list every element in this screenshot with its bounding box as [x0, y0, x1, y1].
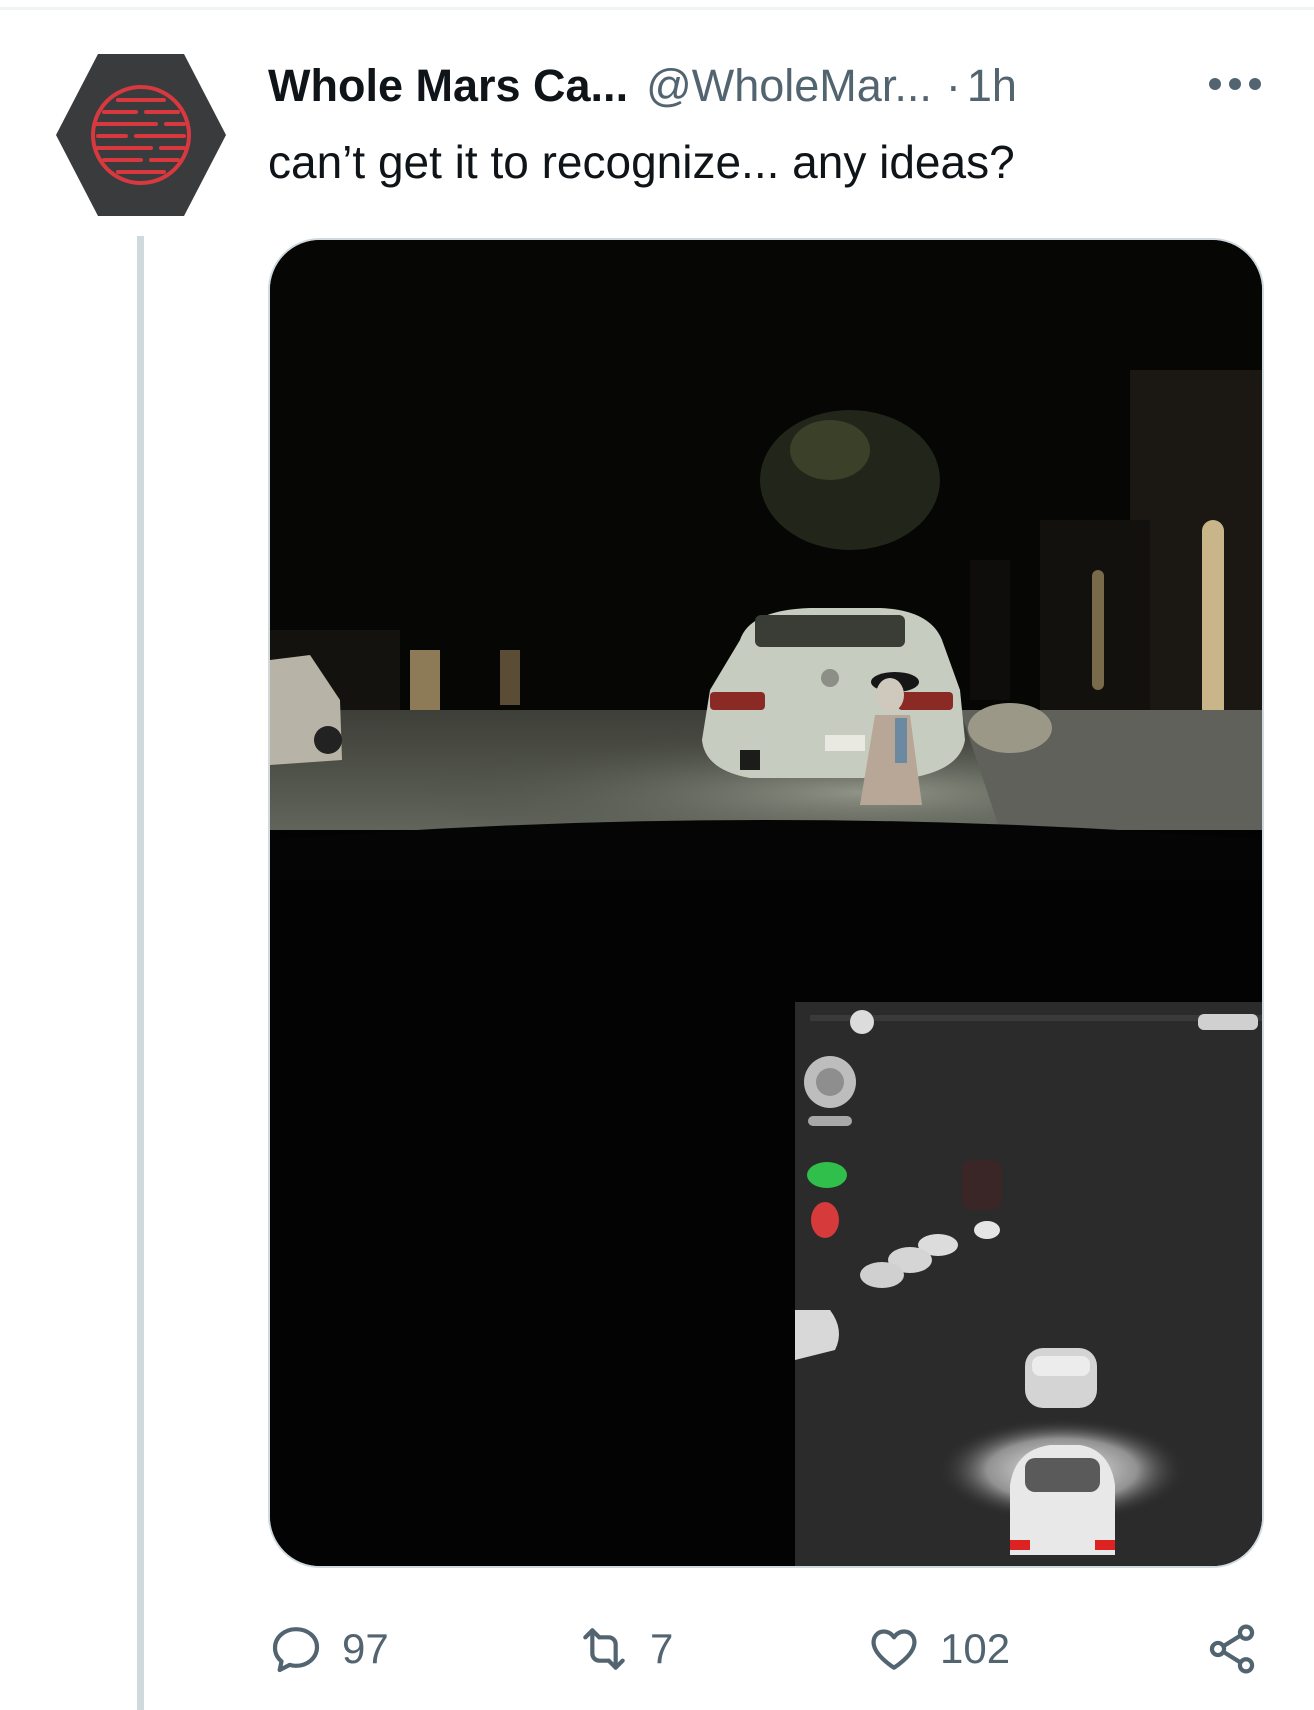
- like-icon: [871, 1629, 917, 1670]
- top-divider: [0, 7, 1314, 10]
- reply-button[interactable]: 97: [268, 1614, 389, 1684]
- thread-line: [137, 236, 144, 1710]
- reply-count: 97: [342, 1625, 389, 1672]
- retweet-button[interactable]: 7: [576, 1614, 673, 1684]
- retweet-count: 7: [650, 1625, 674, 1672]
- like-button[interactable]: 102: [866, 1614, 1010, 1684]
- user-handle[interactable]: @WholeMar...: [646, 58, 932, 114]
- more-dots-icon: [1209, 78, 1261, 90]
- tweet-header: Whole Mars Ca... @WholeMar... · 1h: [268, 58, 1017, 114]
- hexagon-globe-avatar-icon: [56, 54, 226, 216]
- tweet-media[interactable]: [268, 238, 1264, 1568]
- tweet-actions: 97 7 102: [268, 1614, 1264, 1684]
- more-options-button[interactable]: [1200, 64, 1270, 104]
- media-photo: [270, 240, 1262, 1566]
- like-count: 102: [940, 1625, 1011, 1672]
- share-icon: [1209, 1624, 1255, 1674]
- tweet-text: can’t get it to recognize... any ideas?: [268, 136, 1015, 188]
- separator-dot: ·: [945, 60, 961, 111]
- reply-icon: [272, 1627, 320, 1673]
- display-name[interactable]: Whole Mars Ca...: [268, 58, 628, 114]
- avatar[interactable]: [56, 50, 226, 220]
- tweet-timestamp[interactable]: 1h: [967, 58, 1017, 114]
- share-button[interactable]: [1204, 1614, 1260, 1684]
- retweet-icon: [583, 1628, 625, 1670]
